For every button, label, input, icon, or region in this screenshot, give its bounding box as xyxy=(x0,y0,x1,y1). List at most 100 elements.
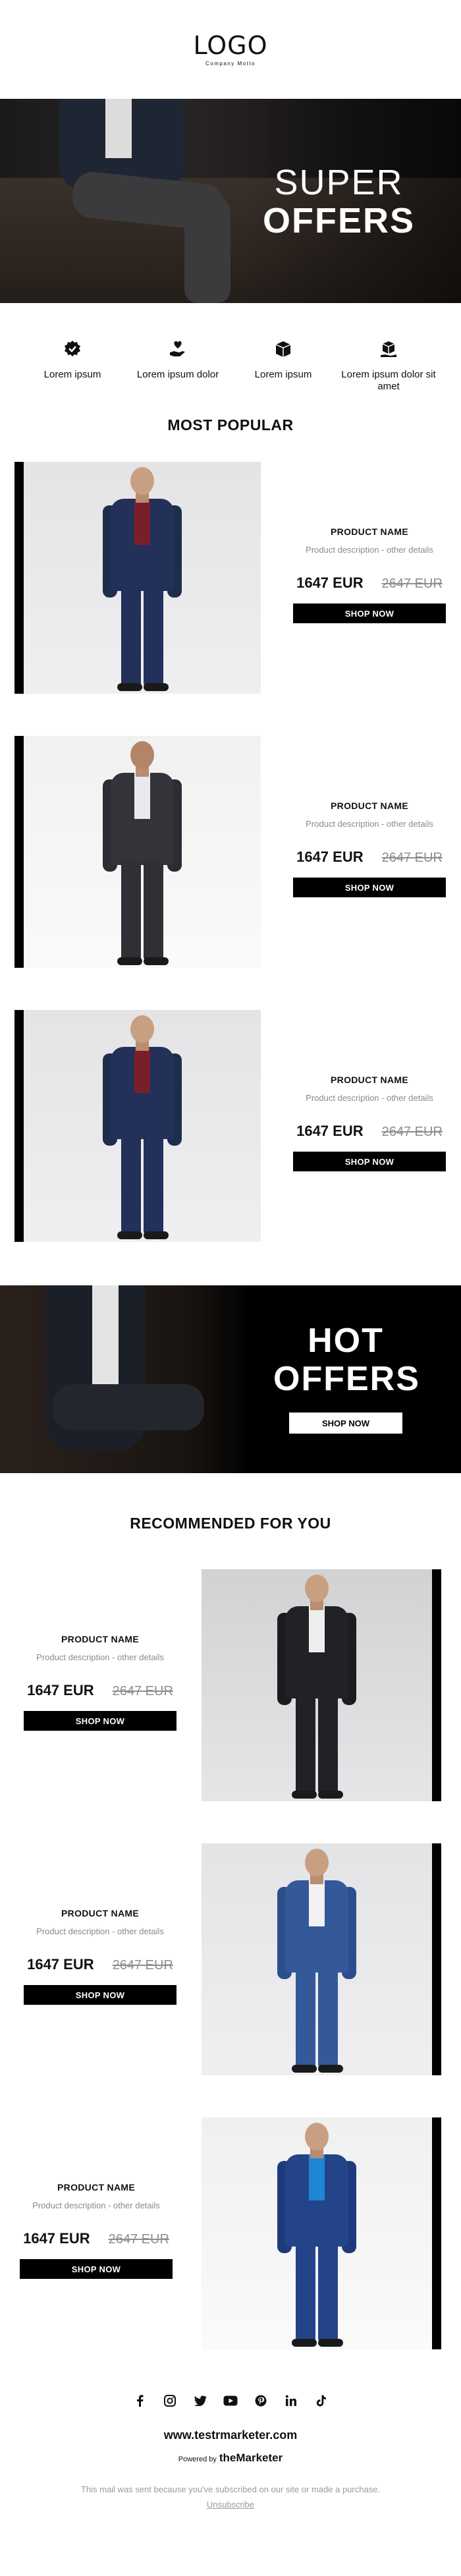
suit-shoe xyxy=(117,683,142,691)
accent-bar xyxy=(14,1010,24,1242)
product-image[interactable] xyxy=(24,1010,261,1242)
suit-shoe xyxy=(318,1791,343,1799)
product-description: Product description - other details xyxy=(36,1926,164,1936)
suit-head xyxy=(130,741,154,769)
logo[interactable]: LOGO xyxy=(193,33,267,58)
price-row: 1647 EUR 2647 EUR xyxy=(24,1956,176,1973)
suit-shoe xyxy=(292,1791,317,1799)
price-row: 1647 EUR 2647 EUR xyxy=(24,1682,176,1699)
product-old-price: 2647 EUR xyxy=(381,851,443,865)
pinterest-icon[interactable] xyxy=(253,2393,269,2409)
product-name[interactable]: PRODUCT NAME xyxy=(293,800,446,811)
hot-title-line1: HOT xyxy=(308,1322,384,1360)
hero-title: SUPER OFFERS xyxy=(263,165,415,238)
suit-shirt xyxy=(309,2154,325,2200)
most-popular-title: MOST POPULAR xyxy=(167,416,294,434)
shop-now-button[interactable]: SHOP NOW xyxy=(24,1711,176,1731)
accent-bar xyxy=(14,736,24,968)
suit-shoe xyxy=(318,2065,343,2073)
hot-offers-content: HOT OFFERS SHOP NOW xyxy=(273,1322,419,1434)
hot-offers-banner[interactable]: HOT OFFERS SHOP NOW xyxy=(0,1285,461,1473)
product-price: 1647 EUR xyxy=(296,1123,364,1139)
suit-shoe xyxy=(144,683,169,691)
hero-image-leg xyxy=(184,198,230,303)
product-description: Product description - other details xyxy=(32,2200,160,2210)
suit-leg xyxy=(144,587,163,686)
recommended-product: PRODUCT NAME Product description - other… xyxy=(0,1569,461,1801)
unsubscribe-link[interactable]: Unsubscribe xyxy=(0,2500,461,2509)
product-info: PRODUCT NAME Product description - other… xyxy=(293,800,446,897)
product-old-price: 2647 EUR xyxy=(381,576,443,591)
powered-by: Powered by theMarketer xyxy=(0,2451,461,2465)
product-old-price: 2647 EUR xyxy=(381,1125,443,1139)
price-row: 1647 EUR 2647 EUR xyxy=(293,574,446,592)
product-image[interactable] xyxy=(24,462,261,694)
hot-shop-now-button[interactable]: SHOP NOW xyxy=(289,1413,402,1434)
product-description: Product description - other details xyxy=(36,1652,164,1662)
badge-check-icon xyxy=(65,341,80,356)
feature-item: Lorem ipsum dolor sit amet xyxy=(339,339,438,405)
product-image[interactable] xyxy=(202,1843,432,2075)
feature-item: Lorem ipsum xyxy=(234,339,333,405)
suit-shoe xyxy=(117,1231,142,1239)
product-image[interactable] xyxy=(202,1569,432,1801)
product-price: 1647 EUR xyxy=(296,574,364,591)
product-old-price: 2647 EUR xyxy=(112,1958,173,1973)
product-name[interactable]: PRODUCT NAME xyxy=(24,1908,176,1918)
suit-shirt xyxy=(134,1047,150,1093)
price-row: 1647 EUR 2647 EUR xyxy=(293,1123,446,1140)
email-header: LOGO Company Motto xyxy=(0,0,461,99)
popular-product: PRODUCT NAME Product description - other… xyxy=(0,736,461,968)
hot-image-leg xyxy=(53,1384,204,1430)
suit-shirt xyxy=(309,1606,325,1652)
shop-now-button[interactable]: SHOP NOW xyxy=(293,878,446,897)
suit-leg xyxy=(144,1135,163,1234)
facebook-icon[interactable] xyxy=(132,2393,148,2409)
shop-now-button[interactable]: SHOP NOW xyxy=(20,2259,173,2279)
suit-shoe xyxy=(144,957,169,965)
linkedin-icon[interactable] xyxy=(283,2393,299,2409)
subscription-note: This mail was sent because you've subscr… xyxy=(80,2484,381,2494)
powered-by-label: Powered by xyxy=(178,2455,217,2463)
box-hand-icon xyxy=(381,341,396,357)
suit-shoe xyxy=(318,2339,343,2347)
suit-shoe xyxy=(292,2339,317,2347)
email-page: LOGO Company Motto SUPER OFFERS Lorem ip… xyxy=(0,0,461,2576)
product-image[interactable] xyxy=(24,736,261,968)
suit-leg xyxy=(296,1969,315,2067)
product-name[interactable]: PRODUCT NAME xyxy=(20,2182,173,2193)
feature-label: Lorem ipsum xyxy=(254,369,312,380)
tiktok-icon[interactable] xyxy=(313,2393,329,2409)
product-name[interactable]: PRODUCT NAME xyxy=(293,1075,446,1085)
recommended-product: PRODUCT NAME Product description - other… xyxy=(0,1843,461,2075)
feature-item: Lorem ipsum dolor xyxy=(128,339,227,405)
product-name[interactable]: PRODUCT NAME xyxy=(293,526,446,537)
suit-leg xyxy=(296,1694,315,1793)
youtube-icon[interactable] xyxy=(223,2393,238,2409)
powered-by-brand[interactable]: theMarketer xyxy=(219,2451,283,2464)
boxes-icon xyxy=(275,341,291,357)
product-price: 1647 EUR xyxy=(23,2230,90,2247)
accent-bar xyxy=(432,1843,441,2075)
shop-now-button[interactable]: SHOP NOW xyxy=(293,1152,446,1171)
instagram-icon[interactable] xyxy=(162,2393,178,2409)
accent-bar xyxy=(432,2117,441,2349)
product-name[interactable]: PRODUCT NAME xyxy=(24,1634,176,1644)
hand-heart-icon xyxy=(170,341,185,356)
suit-model xyxy=(96,462,188,694)
popular-product: PRODUCT NAME Product description - other… xyxy=(0,462,461,694)
accent-bar xyxy=(14,462,24,694)
product-image[interactable] xyxy=(202,2117,432,2349)
super-offers-banner[interactable]: SUPER OFFERS xyxy=(0,99,461,303)
suit-leg xyxy=(144,861,163,960)
hot-image-shirt xyxy=(92,1285,119,1384)
shop-now-button[interactable]: SHOP NOW xyxy=(24,1985,176,2005)
website-link[interactable]: www.testrmarketer.com xyxy=(0,2428,461,2442)
recommended-product: PRODUCT NAME Product description - other… xyxy=(0,2117,461,2349)
hero-title-line2: OFFERS xyxy=(262,201,415,240)
twitter-icon[interactable] xyxy=(192,2393,208,2409)
shop-now-button[interactable]: SHOP NOW xyxy=(293,603,446,623)
product-old-price: 2647 EUR xyxy=(108,2232,169,2247)
product-description: Product description - other details xyxy=(306,545,433,555)
product-info: PRODUCT NAME Product description - other… xyxy=(24,1908,176,2005)
